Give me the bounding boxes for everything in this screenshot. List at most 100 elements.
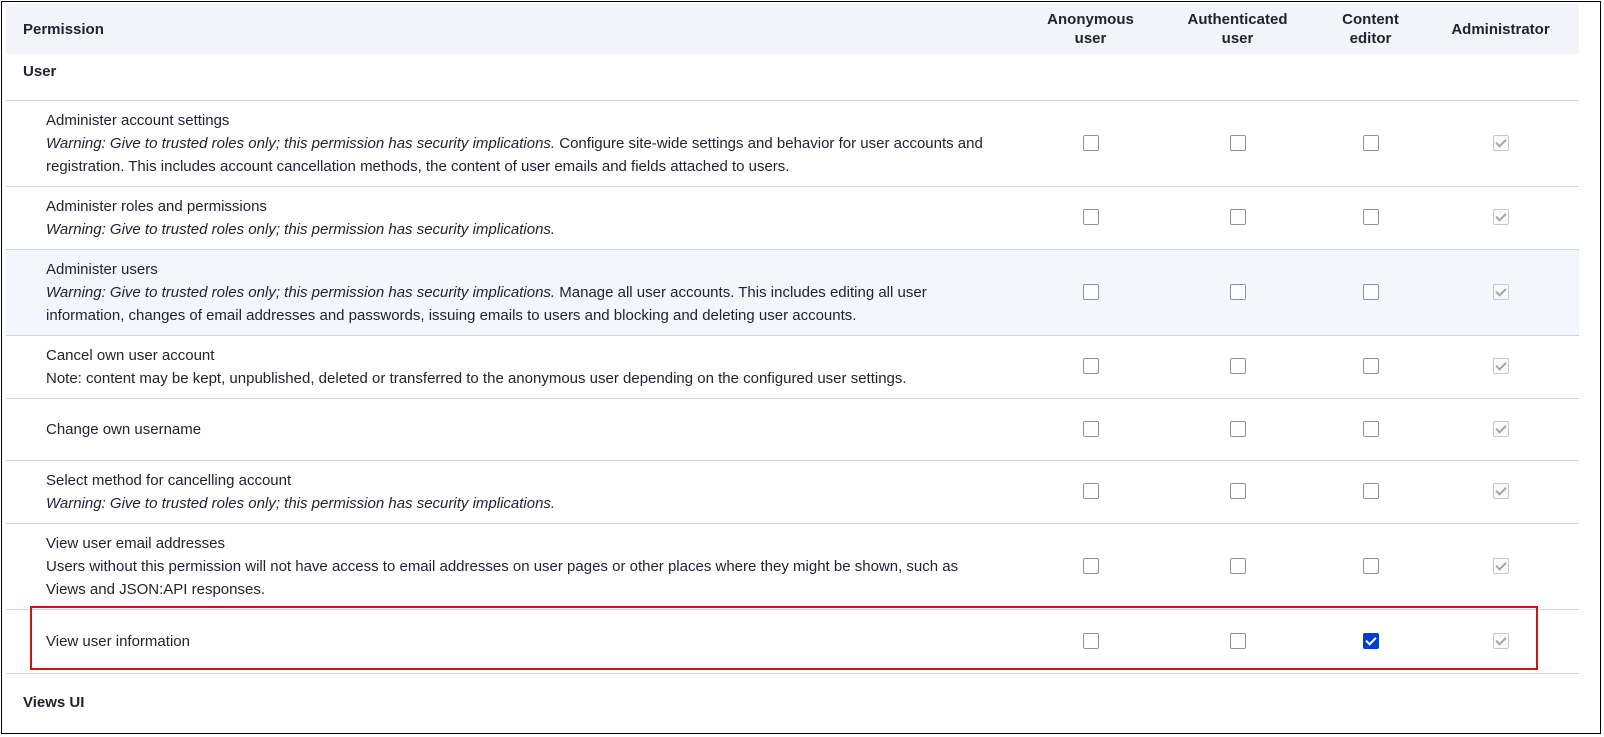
permission-title: View user information [46,632,190,650]
permission-checkbox-administrator [1492,358,1509,375]
checkbox-cell-authenticated [1156,460,1319,524]
checkbox-cell-anonymous [1025,609,1156,674]
permission-description-cell: Administer roles and permissions Warning:… [6,186,1025,250]
permission-row: View user information [6,609,1579,674]
permission-description-cell: Administer users Warning: Give to trusted… [6,249,1025,336]
checkbox-cell-anonymous [1025,523,1156,610]
permission-checkbox-anonymous[interactable] [1082,483,1099,500]
permission-checkbox-administrator [1492,632,1509,649]
permission-checkbox-anonymous[interactable] [1082,358,1099,375]
permission-row: Administer roles and permissions Warning:… [6,186,1579,250]
permission-row: Cancel own user account Note: content may… [6,335,1579,399]
role-header-anonymous[interactable]: Anonymous user [1025,4,1156,54]
permission-title: Administer users [46,260,158,278]
permission-checkbox-authenticated[interactable] [1229,134,1246,151]
checkbox-cell-content-editor [1319,100,1422,187]
permission-warning: Warning: Give to trusted roles only; thi… [46,220,556,238]
permission-row: Administer account settings Warning: Give… [6,100,1579,187]
checkbox-cell-administrator [1422,398,1579,461]
checkbox-cell-authenticated [1156,186,1319,250]
permission-warning: Warning: Give to trusted roles only; thi… [46,134,556,152]
permission-row: Change own username [6,398,1579,461]
checkbox-cell-authenticated [1156,398,1319,461]
permission-checkbox-authenticated[interactable] [1229,483,1246,500]
permission-checkbox-authenticated[interactable] [1229,283,1246,300]
permission-warning: Warning: Give to trusted roles only; thi… [46,283,556,301]
checkbox-cell-administrator [1422,186,1579,250]
permission-title: View user email addresses [46,534,225,552]
checkbox-cell-content-editor [1319,460,1422,524]
checkbox-cell-administrator [1422,249,1579,336]
permission-description-cell: Cancel own user account Note: content may… [6,335,1025,399]
permission-checkbox-content-editor[interactable] [1362,134,1379,151]
permission-row: Select method for cancelling account Warn… [6,460,1579,524]
permission-description-cell: Select method for cancelling account Warn… [6,460,1025,524]
permission-checkbox-authenticated[interactable] [1229,632,1246,649]
permission-description-text: Users without this permission will not h… [46,557,959,598]
checkbox-cell-content-editor [1319,523,1422,610]
checkbox-cell-anonymous [1025,249,1156,336]
checkbox-cell-administrator [1422,335,1579,399]
permission-checkbox-anonymous[interactable] [1082,209,1099,226]
checkbox-cell-administrator [1422,460,1579,524]
permission-checkbox-content-editor[interactable] [1362,283,1379,300]
permission-checkbox-anonymous[interactable] [1082,283,1099,300]
permission-checkbox-authenticated[interactable] [1229,557,1246,574]
permission-column-header: Permission [23,20,104,38]
permissions-page: Permission Anonymous user Authenticated us… [1,1,1601,734]
permission-checkbox-anonymous[interactable] [1082,632,1099,649]
checkbox-cell-authenticated [1156,523,1319,610]
permission-checkbox-authenticated[interactable] [1229,420,1246,437]
permission-title: Administer roles and permissions [46,197,267,215]
checkbox-cell-authenticated [1156,100,1319,187]
role-header-administrator[interactable]: Administrator [1422,4,1579,54]
checkbox-cell-content-editor [1319,335,1422,399]
permission-row: View user email addresses Users without t… [6,523,1579,610]
checkbox-cell-anonymous [1025,100,1156,187]
permission-checkbox-content-editor[interactable] [1362,358,1379,375]
permission-title: Administer account settings [46,111,230,129]
checkbox-cell-authenticated [1156,249,1319,336]
checkbox-cell-anonymous [1025,398,1156,461]
permission-checkbox-content-editor[interactable] [1362,209,1379,226]
module-row-user: User [6,54,1579,101]
permission-checkbox-administrator [1492,134,1509,151]
permission-checkbox-content-editor[interactable] [1362,483,1379,500]
checkbox-cell-content-editor [1319,249,1422,336]
checkbox-cell-administrator [1422,609,1579,674]
permission-description: Warning: Give to trusted roles only; thi… [46,218,995,241]
permission-description: Note: content may be kept, unpublished, … [46,367,995,390]
permission-row: Administer users Warning: Give to trusted… [6,249,1579,336]
permission-title: Select method for cancelling account [46,471,292,489]
module-title: User [6,54,1579,101]
role-header-authenticated[interactable]: Authenticated user [1156,4,1319,54]
permission-description: Users without this permission will not h… [46,555,995,601]
checkbox-cell-anonymous [1025,335,1156,399]
permission-title: Change own username [46,420,202,438]
permission-checkbox-content-editor[interactable] [1362,557,1379,574]
permission-description-text: Note: content may be kept, unpublished, … [46,369,907,387]
permission-title: Cancel own user account [46,346,215,364]
permission-description-cell: View user email addresses Users without t… [6,523,1025,610]
module-row-views-ui: Views UI [6,673,1579,719]
permission-description: Warning: Give to trusted roles only; thi… [46,281,995,327]
checkbox-cell-content-editor [1319,398,1422,461]
permission-checkbox-anonymous[interactable] [1082,420,1099,437]
checkbox-cell-authenticated [1156,609,1319,674]
permission-checkbox-authenticated[interactable] [1229,358,1246,375]
permission-checkbox-administrator [1492,557,1509,574]
permission-checkbox-content-editor[interactable] [1362,420,1379,437]
permission-checkbox-anonymous[interactable] [1082,134,1099,151]
checkbox-cell-administrator [1422,100,1579,187]
table-header: Permission Anonymous user Authenticated us… [6,4,1579,54]
permission-description: Warning: Give to trusted roles only; thi… [46,132,995,178]
permission-checkbox-content-editor[interactable] [1362,632,1379,649]
permission-description-cell: Change own username [6,398,1025,461]
permission-checkbox-administrator [1492,483,1509,500]
permission-warning: Warning: Give to trusted roles only; thi… [46,494,556,512]
permission-description-cell: Administer account settings Warning: Give… [6,100,1025,187]
role-header-content-editor[interactable]: Content editor [1319,4,1422,54]
permission-checkbox-anonymous[interactable] [1082,557,1099,574]
permission-checkbox-authenticated[interactable] [1229,209,1246,226]
permission-description: Warning: Give to trusted roles only; thi… [46,492,995,515]
